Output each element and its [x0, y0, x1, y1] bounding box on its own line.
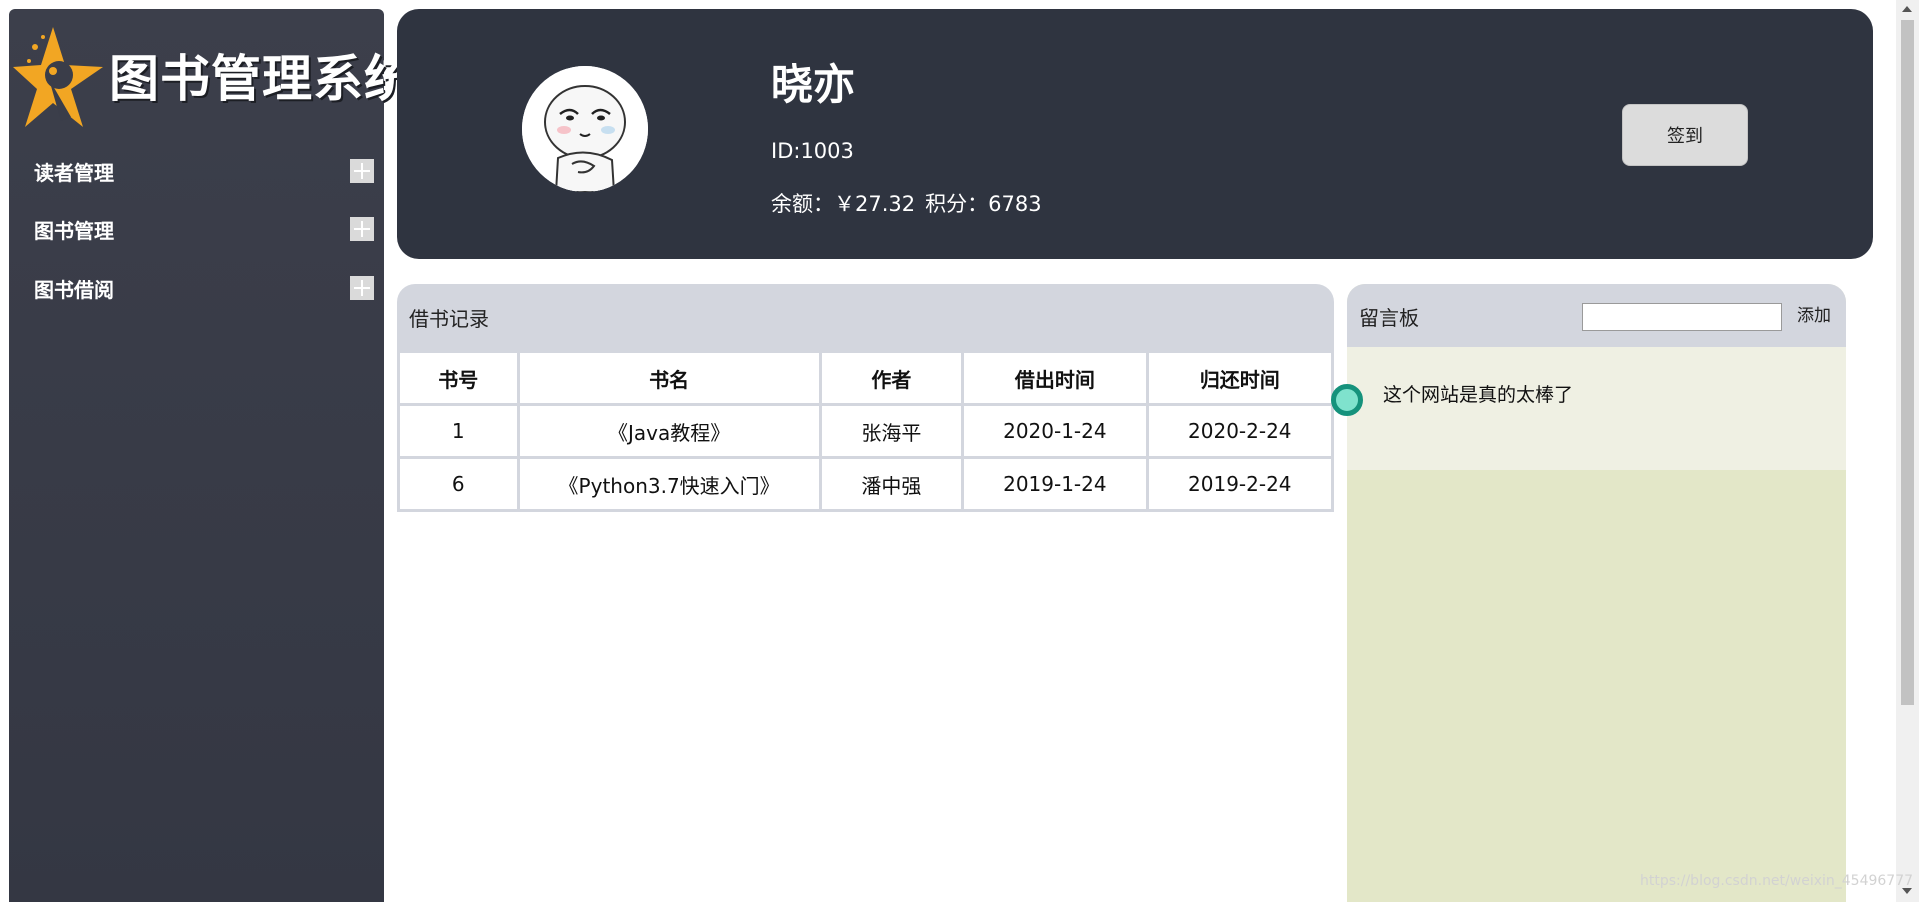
- page-scrollbar[interactable]: [1896, 0, 1919, 902]
- message-text: 这个网站是真的太棒了: [1383, 384, 1574, 406]
- app-logo: 图书管理系统: [13, 17, 414, 137]
- user-id: ID:1003: [771, 139, 854, 163]
- records-title: 借书记录: [397, 284, 1334, 350]
- message-item: 这个网站是真的太棒了: [1347, 347, 1846, 470]
- sidebar: 图书管理系统 读者管理 图书管理 图书借阅: [9, 9, 414, 902]
- user-name: 晓亦: [771, 60, 856, 109]
- column-header-return-date: 归还时间: [1145, 350, 1335, 406]
- sidebar-item-label: 图书管理: [34, 218, 114, 243]
- message-bullet-icon: [1331, 384, 1363, 416]
- cell-borrow-date: 2019-1-24: [961, 456, 1149, 512]
- watermark: https://blog.csdn.net/weixin_45496777: [1640, 873, 1914, 889]
- cell-book-id: 6: [397, 456, 520, 512]
- cell-return-date: 2020-2-24: [1145, 403, 1335, 459]
- board-title: 留言板: [1359, 306, 1419, 330]
- cell-book-name: 《Python3.7快速入门》: [516, 456, 822, 512]
- avatar: [522, 66, 648, 192]
- column-header-book-id: 书号: [397, 350, 520, 406]
- plus-icon[interactable]: [350, 276, 374, 300]
- column-header-borrow-date: 借出时间: [961, 350, 1149, 406]
- balance-text: 余额：￥27.32: [771, 192, 916, 216]
- table-row: 1 《Java教程》 张海平 2020-1-24 2020-2-24: [397, 403, 1335, 459]
- cell-borrow-date: 2020-1-24: [961, 403, 1149, 459]
- sidebar-item-book-management[interactable]: 图书管理: [34, 209, 374, 249]
- cell-book-name: 《Java教程》: [516, 403, 822, 459]
- borrow-records-panel: 借书记录 书号 书名 作者 借出时间 归还时间 1 《Java教程》 张海平 2…: [397, 284, 1335, 902]
- app-title: 图书管理系统: [109, 50, 415, 108]
- sidebar-item-label: 读者管理: [34, 160, 114, 185]
- message-board-panel: 留言板 添加 这个网站是真的太棒了: [1347, 284, 1846, 902]
- star-logo-icon: [13, 27, 103, 127]
- profile-header: 晓亦 ID:1003 余额：￥27.32 积分：6783 签到: [397, 9, 1873, 259]
- add-message-button[interactable]: 添加: [1797, 301, 1831, 326]
- cell-book-id: 1: [397, 403, 520, 459]
- cell-return-date: 2019-2-24: [1145, 456, 1335, 512]
- column-header-author: 作者: [818, 350, 965, 406]
- plus-icon[interactable]: [350, 217, 374, 241]
- checkin-button[interactable]: 签到: [1622, 104, 1748, 166]
- avatar-face-icon: [522, 66, 648, 192]
- plus-icon[interactable]: [350, 159, 374, 183]
- column-header-book-name: 书名: [516, 350, 822, 406]
- table-row: 6 《Python3.7快速入门》 潘中强 2019-1-24 2019-2-2…: [397, 456, 1335, 512]
- cell-author: 张海平: [818, 403, 965, 459]
- sidebar-item-label: 图书借阅: [34, 277, 114, 302]
- records-table: 书号 书名 作者 借出时间 归还时间 1 《Java教程》 张海平 2020-1…: [397, 350, 1335, 512]
- scrollbar-thumb[interactable]: [1901, 20, 1914, 705]
- scroll-up-arrow-icon[interactable]: [1902, 6, 1912, 12]
- table-header-row: 书号 书名 作者 借出时间 归还时间: [397, 350, 1335, 406]
- sidebar-item-book-borrowing[interactable]: 图书借阅: [34, 268, 374, 308]
- message-input[interactable]: [1582, 303, 1782, 331]
- cell-author: 潘中强: [818, 456, 965, 512]
- sidebar-item-reader-management[interactable]: 读者管理: [34, 151, 374, 191]
- user-stats: 余额：￥27.32 积分：6783: [771, 188, 1052, 218]
- points-text: 积分：6783: [925, 192, 1042, 216]
- board-header: 留言板 添加: [1347, 284, 1846, 347]
